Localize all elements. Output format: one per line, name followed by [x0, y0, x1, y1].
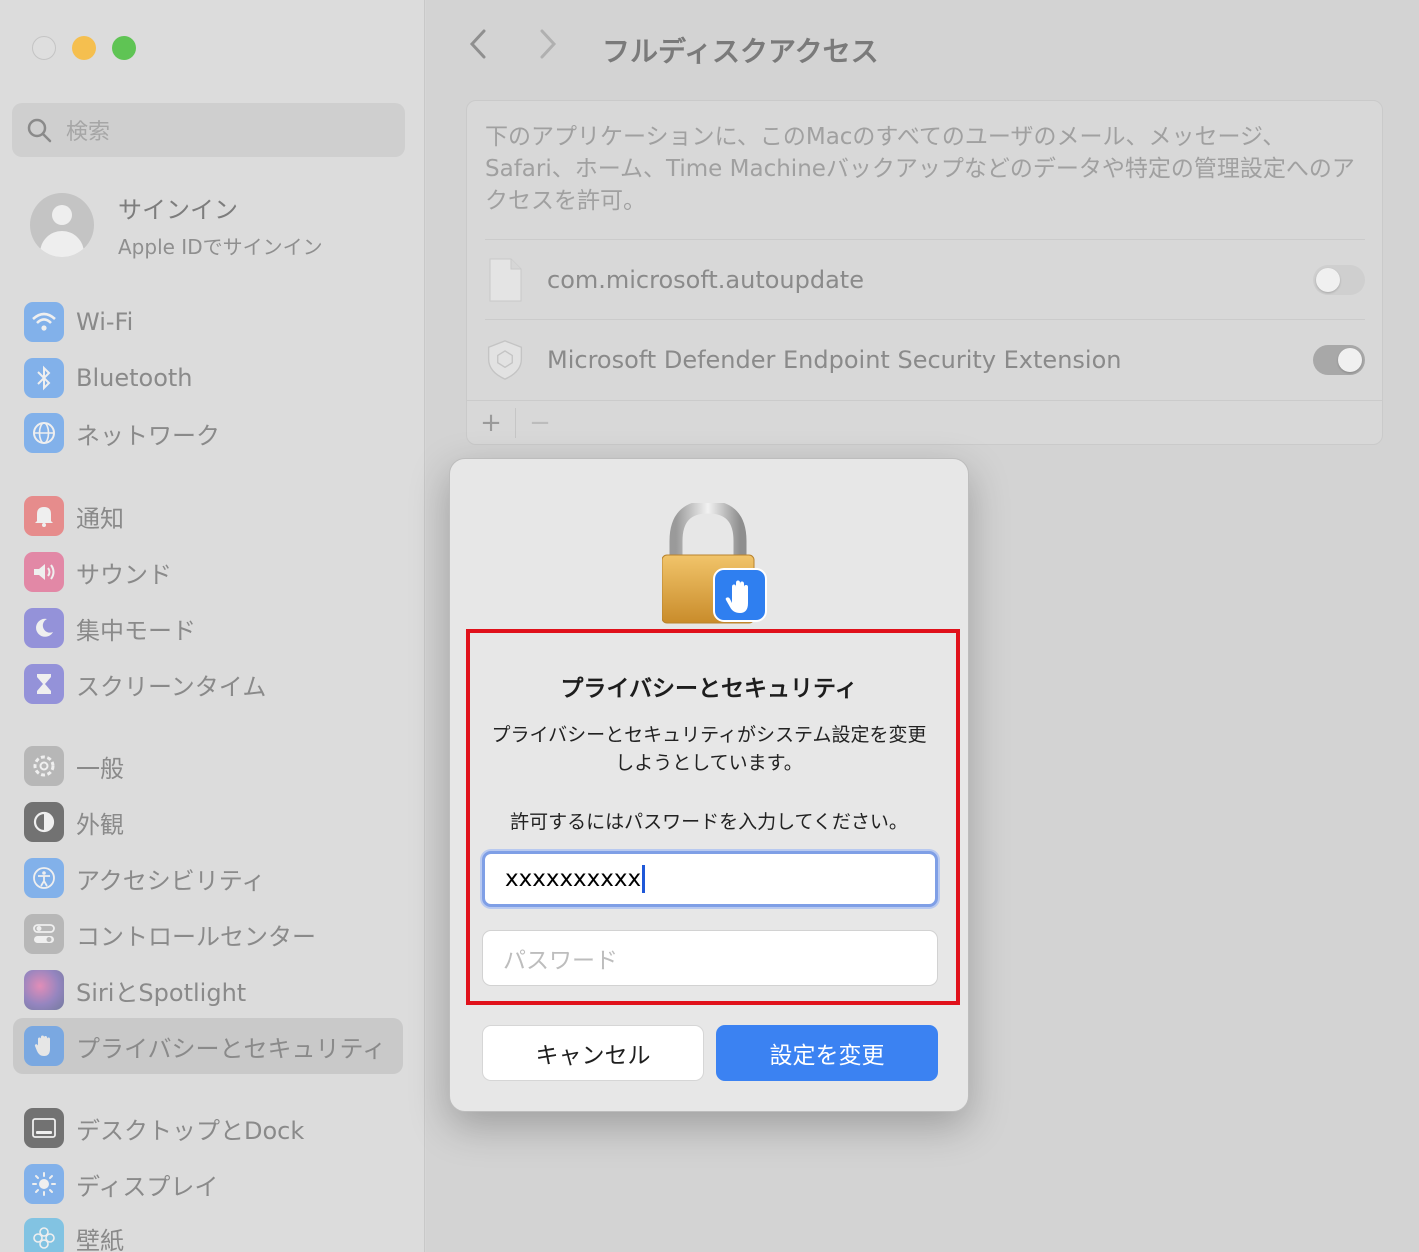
shield-icon — [485, 336, 525, 384]
password-placeholder: パスワード — [503, 948, 618, 974]
username-value: xxxxxxxxxx — [505, 866, 642, 892]
moon-icon — [24, 608, 64, 648]
sidebar-item-label: 壁紙 — [76, 1226, 124, 1252]
sun-icon — [24, 1164, 64, 1204]
add-app-button[interactable]: + — [467, 408, 515, 438]
sidebar-item-label: サウンド — [76, 560, 172, 589]
globe-icon — [24, 413, 64, 453]
window-controls — [32, 36, 136, 60]
dialog-message: プライバシーとセキュリティがシステム設定を変更しようとしています。 — [491, 724, 927, 774]
accessibility-icon — [24, 858, 64, 898]
sidebar-item-focus[interactable]: 集中モード — [24, 606, 196, 650]
sidebar-item-bluetooth[interactable]: Bluetooth — [24, 356, 193, 400]
sidebar-item-label: 一般 — [76, 754, 124, 783]
chevron-right-icon — [540, 29, 557, 59]
app-row: Microsoft Defender Endpoint Security Ext… — [485, 319, 1365, 399]
chevron-left-icon — [469, 29, 486, 59]
sidebar-item-label: 外観 — [76, 810, 124, 839]
bluetooth-icon — [24, 358, 64, 398]
sidebar-item-privacy-security[interactable]: プライバシーとセキュリティ — [24, 1024, 386, 1068]
sidebar-item-control-center[interactable]: コントロールセンター — [24, 912, 316, 956]
auth-dialog: プライバシーとセキュリティ プライバシーとセキュリティがシステム設定を変更しよう… — [449, 458, 969, 1112]
sidebar-item-notifications[interactable]: 通知 — [24, 494, 124, 538]
speaker-icon — [24, 552, 64, 592]
account-title: サインイン — [118, 196, 238, 224]
full-disk-access-panel: 下のアプリケーションに、このMacのすべてのユーザのメール、メッセージ、Safa… — [466, 100, 1383, 445]
minimize-window-button[interactable] — [72, 36, 96, 60]
sidebar-item-siri-spotlight[interactable]: SiriとSpotlight — [24, 968, 246, 1012]
switches-icon — [24, 914, 64, 954]
appearance-icon — [24, 802, 64, 842]
sidebar-item-label: スクリーンタイム — [76, 672, 267, 701]
sidebar-item-network[interactable]: ネットワーク — [24, 411, 220, 455]
dialog-title: プライバシーとセキュリティ — [560, 676, 858, 702]
dock-icon — [24, 1108, 64, 1148]
document-icon — [485, 256, 525, 304]
back-button[interactable] — [468, 28, 488, 69]
dialog-instruction: 許可するにはパスワードを入力してください。 — [510, 811, 908, 833]
sidebar-item-appearance[interactable]: 外観 — [24, 800, 124, 844]
username-field[interactable]: xxxxxxxxxx — [482, 851, 938, 907]
modify-settings-button[interactable]: 設定を変更 — [716, 1025, 938, 1081]
remove-app-button[interactable]: − — [516, 408, 564, 438]
hourglass-icon — [24, 664, 64, 704]
sidebar-item-general[interactable]: 一般 — [24, 744, 124, 788]
sidebar-item-screen-time[interactable]: スクリーンタイム — [24, 662, 266, 706]
sidebar-item-label: Bluetooth — [76, 364, 193, 392]
sidebar-item-label: プライバシーとセキュリティ — [76, 1034, 387, 1063]
app-name: com.microsoft.autoupdate — [547, 265, 864, 294]
sidebar-item-label: コントロールセンター — [76, 922, 316, 951]
sidebar-item-label: 集中モード — [76, 616, 196, 645]
siri-icon — [24, 970, 64, 1010]
sidebar-item-wifi[interactable]: Wi-Fi — [24, 300, 133, 344]
sidebar-item-wallpaper[interactable]: 壁紙 — [24, 1216, 124, 1252]
sidebar-item-label: デスクトップとDock — [76, 1116, 305, 1145]
cancel-button[interactable]: キャンセル — [482, 1025, 704, 1081]
flower-icon — [24, 1218, 64, 1252]
sidebar-item-label: Wi-Fi — [76, 308, 134, 336]
sidebar-item-label: SiriとSpotlight — [76, 978, 247, 1007]
text-caret — [642, 865, 646, 893]
close-window-button[interactable] — [32, 36, 56, 60]
panel-description: 下のアプリケーションに、このMacのすべてのユーザのメール、メッセージ、Safa… — [485, 124, 1355, 214]
account-signin[interactable]: サインイン Apple IDでサインイン — [30, 190, 323, 260]
search-field[interactable]: 検索 — [12, 103, 405, 157]
search-icon — [27, 118, 52, 143]
panel-footer: + − — [467, 400, 1382, 444]
forward-button[interactable] — [538, 28, 558, 69]
sidebar-item-label: アクセシビリティ — [76, 866, 266, 895]
page-title: フルディスクアクセス — [602, 35, 879, 68]
account-subtitle: Apple IDでサインイン — [118, 235, 323, 259]
sidebar-item-sound[interactable]: サウンド — [24, 550, 172, 594]
sidebar-item-accessibility[interactable]: アクセシビリティ — [24, 856, 265, 900]
app-access-toggle[interactable] — [1313, 344, 1365, 375]
app-row: com.microsoft.autoupdate — [485, 239, 1365, 319]
sidebar: 検索 サインイン Apple IDでサインイン Wi-Fi Bluetooth … — [0, 0, 425, 1252]
lock-icon — [661, 500, 770, 627]
zoom-window-button[interactable] — [112, 36, 136, 60]
sidebar-item-label: ディスプレイ — [76, 1172, 219, 1201]
sidebar-item-label: ネットワーク — [76, 421, 220, 450]
gear-icon — [24, 746, 64, 786]
app-name: Microsoft Defender Endpoint Security Ext… — [547, 345, 1122, 374]
app-access-toggle[interactable] — [1313, 264, 1365, 295]
sidebar-item-displays[interactable]: ディスプレイ — [24, 1162, 218, 1206]
sidebar-item-label: 通知 — [76, 504, 124, 533]
bell-icon — [24, 496, 64, 536]
sidebar-item-desktop-dock[interactable]: デスクトップとDock — [24, 1106, 304, 1150]
hand-icon — [24, 1026, 64, 1066]
wifi-icon — [24, 302, 64, 342]
search-placeholder: 検索 — [66, 120, 111, 145]
avatar — [30, 193, 94, 257]
password-field[interactable]: パスワード — [482, 930, 938, 986]
